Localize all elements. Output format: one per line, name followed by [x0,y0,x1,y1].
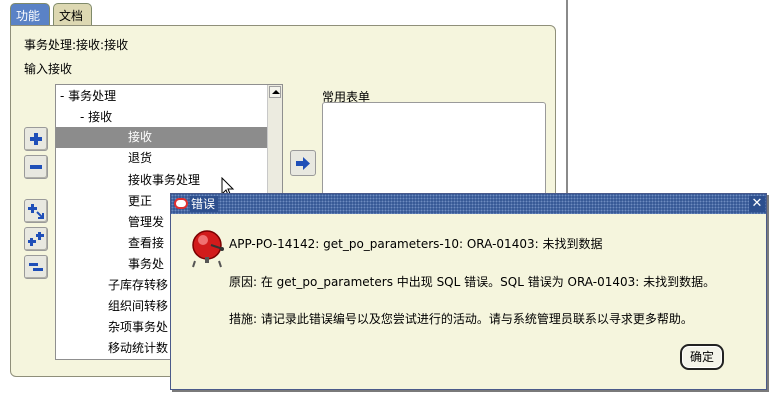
expand-all-icon [28,232,44,246]
expand-branch-icon [28,204,44,219]
expand-branch-button[interactable] [24,199,48,223]
expand-button[interactable] [24,127,48,151]
plus-icon [30,133,42,145]
ok-button[interactable]: 确定 [680,344,724,370]
oracle-logo-icon [174,198,188,209]
tree-node-receiving[interactable]: - 接收 [56,107,267,128]
error-code-message: APP-PO-14142: get_po_parameters-10: ORA-… [229,237,603,251]
tab-functions[interactable]: 功能 [10,3,50,26]
collapse-all-button[interactable] [24,255,48,279]
error-bell-icon [192,230,224,268]
error-action-message: 措施: 请记录此错误编号以及您尝试进行的活动。请与系统管理员联系以寻求更多帮助。 [229,312,693,326]
tree-node-returns[interactable]: 退货 [56,148,267,169]
minus-icon [30,165,42,169]
add-to-favorites-button[interactable] [290,150,316,176]
dialog-title: 错误 [190,196,219,212]
expand-all-button[interactable] [24,227,48,251]
collapse-all-icon [29,263,43,271]
input-label: 输入接收 [24,62,73,76]
scroll-up-arrow-icon[interactable] [269,86,281,98]
tab-documents[interactable]: 文档 [53,3,92,26]
collapse-button[interactable] [24,155,48,179]
tree-node-transactions[interactable]: - 事务处理 [56,86,267,107]
error-cause-message: 原因: 在 get_po_parameters 中出现 SQL 错误。SQL 错… [229,275,716,289]
error-dialog: 错误 ✕ APP-PO-14142: get_po_parameters-10:… [170,193,767,390]
arrow-right-icon [296,157,310,170]
dialog-titlebar[interactable]: 错误 ✕ [171,194,766,214]
close-button[interactable]: ✕ [749,196,765,212]
tree-node-receipts[interactable]: 接收 [56,127,267,148]
navigator-path: 事务处理:接收:接收 [24,38,129,52]
window-edge [566,0,568,195]
favorites-list[interactable] [322,102,546,202]
tree-node-receiving-transactions[interactable]: 接收事务处理 [56,170,267,191]
